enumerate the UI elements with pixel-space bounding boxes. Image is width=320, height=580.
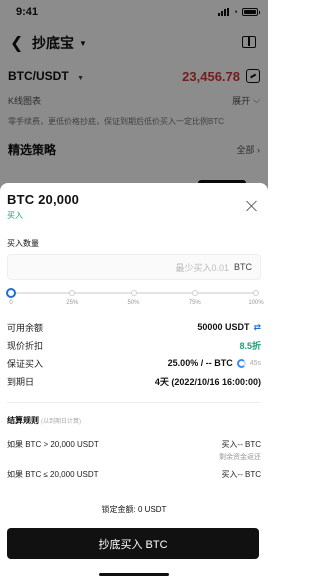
info-row-balance: 可用余额 50000 USDT ⇄ bbox=[7, 321, 261, 333]
locked-amount: 锁定金额: 0 USDT bbox=[101, 505, 167, 514]
sheet-title: BTC 20,000 bbox=[7, 192, 80, 207]
slider-label: 100% bbox=[248, 300, 264, 306]
slider-label: 50% bbox=[127, 300, 140, 306]
info-row-discount: 现价折扣 8.5折 bbox=[7, 340, 261, 351]
sheet-subtitle: 买入 bbox=[7, 211, 23, 220]
slider-mark-50[interactable] bbox=[130, 290, 137, 296]
balance-value: 50000 USDT bbox=[197, 322, 250, 332]
slider-labels: 0 25% 50% 75% 100% bbox=[9, 300, 263, 310]
rule-row: 如果 BTC > 20,000 USDT 买入-- BTC 剩余资金返还 bbox=[7, 440, 261, 461]
home-indicator bbox=[99, 573, 169, 576]
slider-label: 25% bbox=[66, 300, 79, 306]
slider-label: 75% bbox=[188, 300, 201, 306]
info-row-guaranteed: 保证买入 25.00% / -- BTC 45s bbox=[7, 358, 261, 369]
slider-mark-100[interactable] bbox=[253, 290, 259, 296]
rules-note: (以到期日计算) bbox=[41, 419, 81, 425]
amount-placeholder: 最少买入0.01 bbox=[175, 262, 229, 273]
rule-row: 如果 BTC ≤ 20,000 USDT 买入-- BTC bbox=[7, 470, 261, 479]
swap-icon[interactable]: ⇄ bbox=[253, 322, 261, 333]
slider-thumb[interactable] bbox=[6, 288, 16, 298]
sheet-header: BTC 20,000 买入 bbox=[0, 183, 268, 229]
slider-mark-75[interactable] bbox=[191, 290, 198, 296]
close-icon[interactable] bbox=[246, 200, 258, 212]
buy-bottom-sheet: BTC 20,000 买入 买入数量 最少买入0.01 BTC 0 25% 50… bbox=[0, 183, 268, 580]
slider-mark-25[interactable] bbox=[69, 290, 76, 296]
info-list: 可用余额 50000 USDT ⇄ 现价折扣 8.5折 保证买入 25.00% /… bbox=[0, 310, 268, 390]
rules-title: 结算规则 (以到期日计算) bbox=[7, 416, 81, 425]
amount-input[interactable]: 最少买入0.01 BTC bbox=[7, 254, 261, 280]
guaranteed-value: 25.00% / -- BTC bbox=[167, 358, 233, 368]
slider-label: 0 bbox=[9, 300, 13, 306]
expiry-value: 4天 (2022/10/16 16:00:00) bbox=[154, 376, 261, 387]
amount-slider[interactable] bbox=[6, 288, 259, 298]
refresh-timer-icon bbox=[236, 358, 246, 368]
buy-button[interactable]: 抄底买入 BTC bbox=[7, 528, 259, 559]
amount-unit: BTC bbox=[234, 262, 252, 272]
timer-text: 45s bbox=[249, 359, 261, 367]
amount-label: 买入数量 bbox=[7, 239, 39, 248]
info-row-expiry: 到期日 4天 (2022/10/16 16:00:00) bbox=[7, 376, 261, 387]
discount-value: 8.5折 bbox=[239, 340, 261, 351]
